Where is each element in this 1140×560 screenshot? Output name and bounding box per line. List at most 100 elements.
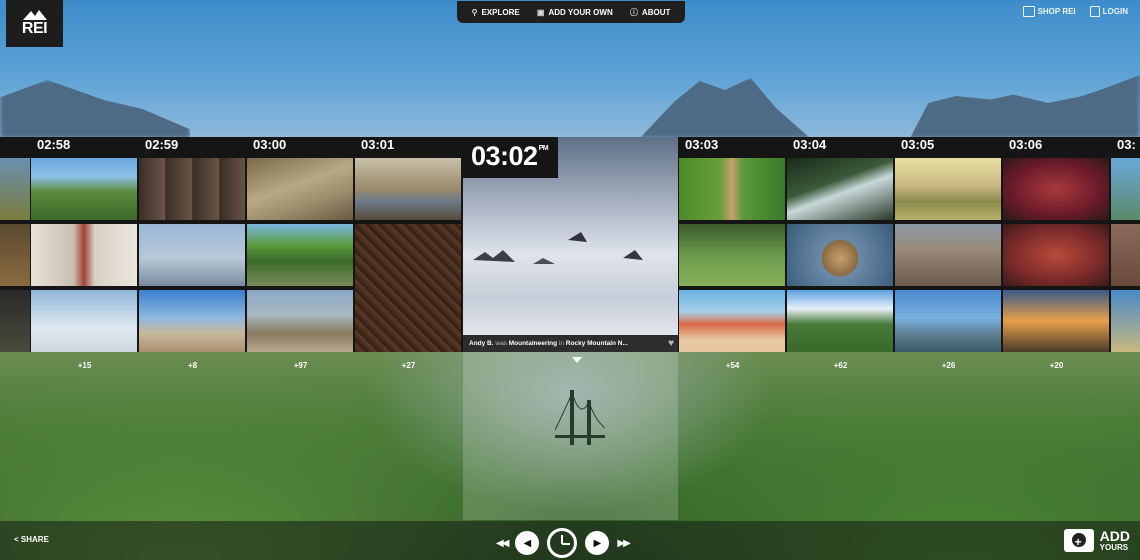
about-link[interactable]: ⓘ ABOUT <box>630 7 670 18</box>
photo-tile[interactable] <box>139 290 245 352</box>
timeline-column[interactable]: 03:06 +20 <box>1003 137 1110 370</box>
photo-tile[interactable] <box>1111 224 1140 286</box>
top-navigation: ⚲ EXPLORE ▣ ADD YOUR OWN ⓘ ABOUT <box>457 1 685 23</box>
photo-tile[interactable] <box>787 224 893 286</box>
caption-activity[interactable]: Mountaineering <box>509 340 557 347</box>
photo-tile[interactable] <box>1111 158 1140 220</box>
shop-rei-link[interactable]: SHOP REI <box>1022 6 1076 17</box>
timeline-column[interactable]: 02:59 +8 <box>139 137 246 370</box>
photo-tile[interactable] <box>895 224 1001 286</box>
photo-tile[interactable] <box>1003 158 1109 220</box>
photo-tile[interactable] <box>679 224 785 286</box>
column-count: +8 <box>187 361 198 370</box>
clock-button[interactable] <box>547 528 578 558</box>
login-link[interactable]: LOGIN <box>1089 6 1128 17</box>
caption-user[interactable]: Andy B. <box>469 340 494 347</box>
add-yours-button[interactable]: + ADD YOURS <box>1063 527 1130 552</box>
add-your-own-label: ADD YOUR OWN <box>548 7 613 17</box>
photo-tile[interactable] <box>787 158 893 220</box>
yours-line: YOURS <box>1099 542 1129 552</box>
photo-tile[interactable] <box>1111 290 1140 352</box>
share-icon: < <box>14 535 19 544</box>
fast-forward-icon[interactable]: ▶▶ <box>617 538 630 549</box>
photo-tile[interactable] <box>1003 224 1109 286</box>
photo-caption: Andy B. was Mountaineering in Rocky Moun… <box>463 335 678 352</box>
photo-tile[interactable] <box>31 158 137 220</box>
add-yours-text: ADD YOURS <box>1099 527 1130 552</box>
column-count: +54 <box>725 361 740 370</box>
photo-tile[interactable] <box>355 224 461 352</box>
timeline-column[interactable]: 02:58 +15 <box>31 137 138 370</box>
previous-button[interactable]: ◀ <box>515 531 540 555</box>
column-time: 03:06 <box>1009 137 1043 152</box>
photo-tile[interactable] <box>1003 290 1109 352</box>
explore-label: EXPLORE <box>481 7 520 17</box>
column-time: 03:00 <box>253 137 287 152</box>
next-icon: ▶ <box>593 537 602 549</box>
photo-tile[interactable] <box>31 224 137 286</box>
store-icon <box>1022 6 1035 17</box>
timeline-column[interactable]: 03:05 +26 <box>895 137 1002 370</box>
column-time: 03:05 <box>901 137 935 152</box>
column-time: 02:59 <box>145 137 179 152</box>
column-count: +20 <box>1049 361 1064 370</box>
timeline-column-partial-right[interactable]: 03: <box>1111 137 1140 352</box>
column-time: 02:58 <box>37 137 71 152</box>
column-count: +97 <box>293 361 308 370</box>
column-count: +62 <box>833 361 848 370</box>
playback-controls: ◀◀ ◀ ▶ ▶▶ <box>496 528 631 558</box>
selected-pointer-icon <box>572 357 582 363</box>
column-count: +27 <box>401 361 416 370</box>
account-links: SHOP REI LOGIN <box>1022 6 1128 17</box>
featured-ampm: PM <box>538 145 549 152</box>
next-button[interactable]: ▶ <box>585 531 610 555</box>
photo-tile[interactable] <box>31 290 137 352</box>
photo-tile[interactable] <box>0 224 30 286</box>
timeline-column[interactable]: 03:00 +97 <box>247 137 354 370</box>
add-line: ADD <box>1099 527 1130 544</box>
golden-gate-bridge-image <box>555 390 605 445</box>
timeline-column-partial-left[interactable] <box>0 137 30 352</box>
heart-icon[interactable]: ♥ <box>668 338 674 349</box>
photo-tile[interactable] <box>355 158 461 220</box>
timeline-column[interactable]: 03:01 +27 <box>355 137 462 370</box>
column-time: 03:01 <box>361 137 395 152</box>
timeline-column[interactable]: 03:04 +62 <box>787 137 894 370</box>
featured-photo[interactable]: 03:02PM Andy B. was Mountaineering in Ro… <box>463 137 678 352</box>
featured-time-value: 03:02 <box>471 141 538 171</box>
photo-tile[interactable] <box>679 290 785 352</box>
about-label: ABOUT <box>641 7 671 17</box>
share-label: SHARE <box>20 535 49 544</box>
caption-location[interactable]: Rocky Mountain N... <box>566 340 628 347</box>
photo-tile[interactable] <box>0 290 30 352</box>
photo-tile[interactable] <box>0 158 30 220</box>
column-count: +26 <box>941 361 956 370</box>
caption-prep: in <box>557 340 566 347</box>
photo-tile[interactable] <box>139 224 245 286</box>
caption-verb: was <box>493 340 509 347</box>
explore-link[interactable]: ⚲ EXPLORE <box>472 8 520 17</box>
photo-tile[interactable] <box>895 290 1001 352</box>
featured-time: 03:02PM <box>463 137 559 178</box>
rewind-icon[interactable]: ◀◀ <box>496 538 509 549</box>
timeline-column[interactable]: 03:03 +54 <box>679 137 786 370</box>
camera-icon: ▣ <box>536 7 545 17</box>
login-icon <box>1089 6 1100 17</box>
previous-icon: ◀ <box>523 537 532 549</box>
column-time: 03: <box>1117 137 1136 152</box>
photo-tile[interactable] <box>247 158 353 220</box>
add-your-own-link[interactable]: ▣ ADD YOUR OWN <box>537 8 613 17</box>
mountain-logo-icon <box>22 9 47 20</box>
share-button[interactable]: < SHARE <box>14 535 49 544</box>
shop-rei-label: SHOP REI <box>1037 7 1076 16</box>
photo-tile[interactable] <box>247 224 353 286</box>
search-icon: ⚲ <box>471 7 478 17</box>
column-time: 03:04 <box>793 137 827 152</box>
rei-logo[interactable]: REI <box>6 0 63 47</box>
photo-tile[interactable] <box>787 290 893 352</box>
photo-tile[interactable] <box>895 158 1001 220</box>
photo-tile[interactable] <box>679 158 785 220</box>
photo-tile[interactable] <box>139 158 245 220</box>
info-icon: ⓘ <box>629 7 638 17</box>
photo-tile[interactable] <box>247 290 353 352</box>
